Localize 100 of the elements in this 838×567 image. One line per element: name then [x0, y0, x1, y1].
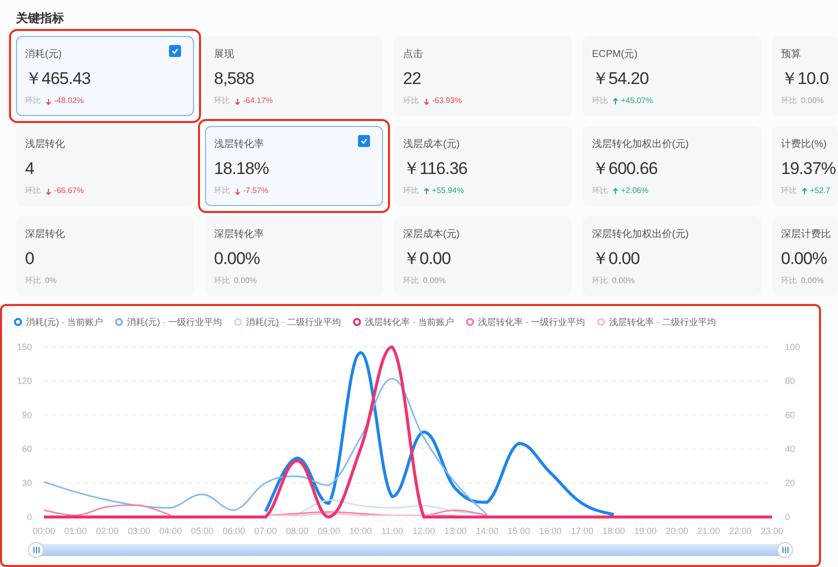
axis-label: 03:00	[128, 526, 150, 536]
grip-icon	[782, 547, 788, 553]
axis-label: 08:00	[286, 526, 308, 536]
compare-label: 环比	[781, 95, 797, 107]
metric-card[interactable]: 深层计费比 0.00% 环比 0.00%	[772, 216, 838, 296]
metric-value: 0.00%	[214, 248, 260, 270]
compare-label: 环比	[25, 275, 41, 287]
change-value: +52.7	[810, 185, 830, 197]
compare-label: 环比	[592, 185, 608, 197]
axis-label: 04:00	[159, 526, 182, 536]
slider-handle[interactable]	[777, 542, 793, 558]
change-value: 0%	[45, 275, 57, 287]
metric-card[interactable]: 深层成本(元) ￥0.00 环比 0.00%	[394, 216, 572, 296]
metric-card[interactable]: 深层转化 0 环比 0%	[16, 216, 194, 296]
axis-label: 100	[785, 342, 800, 352]
change-value: -66.67%	[54, 185, 84, 197]
axis-label: 00:00	[32, 526, 56, 536]
legend-item[interactable]: 消耗(元) · 一级行业平均	[115, 314, 222, 330]
compare-label: 环比	[25, 95, 41, 107]
slider-handle[interactable]	[28, 542, 44, 558]
metric-card[interactable]: 预算 ￥10.0 环比 0.00%	[772, 36, 838, 116]
axis-label: 19:00	[634, 526, 657, 536]
metric-label: ECPM(元)	[592, 48, 638, 62]
compare-label: 环比	[403, 95, 419, 107]
checkbox[interactable]	[358, 135, 370, 147]
metric-label: 深层转化率	[214, 228, 264, 242]
change-value: 0.00%	[234, 275, 257, 287]
metric-card[interactable]: 浅层成本(元) ￥116.36 环比 +55.94%	[394, 126, 572, 206]
axis-label: 20	[785, 478, 796, 488]
metric-label: 展现	[214, 48, 234, 62]
check-icon	[360, 137, 368, 145]
metric-card[interactable]: 深层转化加权出价(元) ￥0.00 环比 0.00%	[583, 216, 761, 296]
change-value: 0.00%	[801, 275, 824, 287]
checkbox[interactable]	[169, 45, 181, 57]
metric-value: ￥54.20	[592, 68, 649, 90]
legend-item[interactable]: 浅层转化率 · 一级行业平均	[466, 314, 585, 330]
axis-label: 0	[785, 512, 790, 522]
change-value: 0.00%	[801, 95, 824, 107]
change-value: +55.94%	[432, 185, 464, 197]
metric-value: 18.18%	[214, 158, 269, 180]
axis-label: 90	[22, 410, 32, 420]
compare-label: 环比	[781, 275, 797, 287]
metric-value: ￥10.0	[781, 68, 829, 90]
metric-card[interactable]: 浅层转化 4 环比 -66.67%	[16, 126, 194, 206]
axis-label: 10:00	[349, 526, 372, 536]
change-value: -7.57%	[243, 185, 268, 197]
metric-label: 深层成本(元)	[403, 228, 460, 242]
change-value: +45.07%	[621, 95, 653, 107]
axis-label: 30	[22, 478, 32, 488]
metric-value: ￥600.66	[592, 158, 658, 180]
metric-value: 0.00%	[781, 248, 827, 270]
metric-value: 0	[25, 248, 34, 270]
metric-card[interactable]: 浅层转化率 18.18% 环比 -7.57%	[205, 126, 383, 206]
legend-label: 消耗(元) · 一级行业平均	[127, 316, 222, 329]
legend-label: 消耗(元) · 二级行业平均	[246, 316, 341, 329]
grip-icon	[32, 547, 40, 553]
compare-label: 环比	[592, 275, 608, 287]
compare-label: 环比	[592, 95, 608, 107]
axis-label: 07:00	[254, 526, 277, 536]
change-value: -63.93%	[432, 95, 462, 107]
metric-card[interactable]: 深层转化率 0.00% 环比 0.00%	[205, 216, 383, 296]
axis-label: 23:00	[760, 526, 784, 536]
legend-item[interactable]: 浅层转化率 · 二级行业平均	[597, 314, 716, 330]
axis-label: 120	[16, 376, 32, 386]
metric-card[interactable]: 消耗(元) ￥465.43 环比 -48.02%	[16, 36, 194, 116]
axis-label: 01:00	[64, 526, 87, 536]
metric-value: 8,588	[214, 68, 254, 90]
metric-card[interactable]: 计费比(%) 19.37% 环比 +52.7	[772, 126, 838, 206]
axis-label: 11:00	[381, 526, 404, 536]
metric-card[interactable]: 展现 8,588 环比 -64.17%	[205, 36, 383, 116]
metric-label: 浅层转化加权出价(元)	[592, 138, 689, 152]
axis-label: 40	[785, 444, 796, 454]
legend-item[interactable]: 消耗(元) · 二级行业平均	[234, 314, 341, 330]
metric-value: 4	[25, 158, 34, 180]
metric-value: ￥0.00	[403, 248, 451, 270]
compare-label: 环比	[25, 185, 41, 197]
metric-value: 22	[403, 68, 421, 90]
axis-label: 18:00	[602, 526, 625, 536]
metric-card[interactable]: ECPM(元) ￥54.20 环比 +45.07%	[583, 36, 761, 116]
metric-label: 浅层转化率	[214, 138, 264, 152]
axis-label: 06:00	[222, 526, 246, 536]
axis-label: 13:00	[444, 526, 467, 536]
legend-label: 浅层转化率 · 一级行业平均	[478, 316, 585, 329]
metric-card[interactable]: 浅层转化加权出价(元) ￥600.66 环比 +2.06%	[583, 126, 761, 206]
legend-label: 浅层转化率 · 二级行业平均	[609, 316, 716, 329]
compare-label: 环比	[214, 185, 230, 197]
change-value: +2.06%	[621, 185, 648, 197]
compare-label: 环比	[403, 185, 419, 197]
metric-label: 深层转化	[25, 228, 65, 242]
metric-card[interactable]: 点击 22 环比 -63.93%	[394, 36, 572, 116]
legend-item[interactable]: 浅层转化率 · 当前账户	[353, 314, 454, 330]
metric-value: 19.37%	[781, 158, 836, 180]
change-value: 0.00%	[612, 275, 635, 287]
legend-item[interactable]: 消耗(元) · 当前账户	[14, 314, 103, 330]
axis-label: 20:00	[666, 526, 688, 536]
metric-value: ￥116.36	[403, 158, 468, 180]
axis-label: 80	[785, 376, 796, 386]
zoom-slider[interactable]	[28, 542, 793, 558]
axis-label: 14:00	[476, 526, 498, 536]
axis-label: 0	[26, 512, 32, 522]
